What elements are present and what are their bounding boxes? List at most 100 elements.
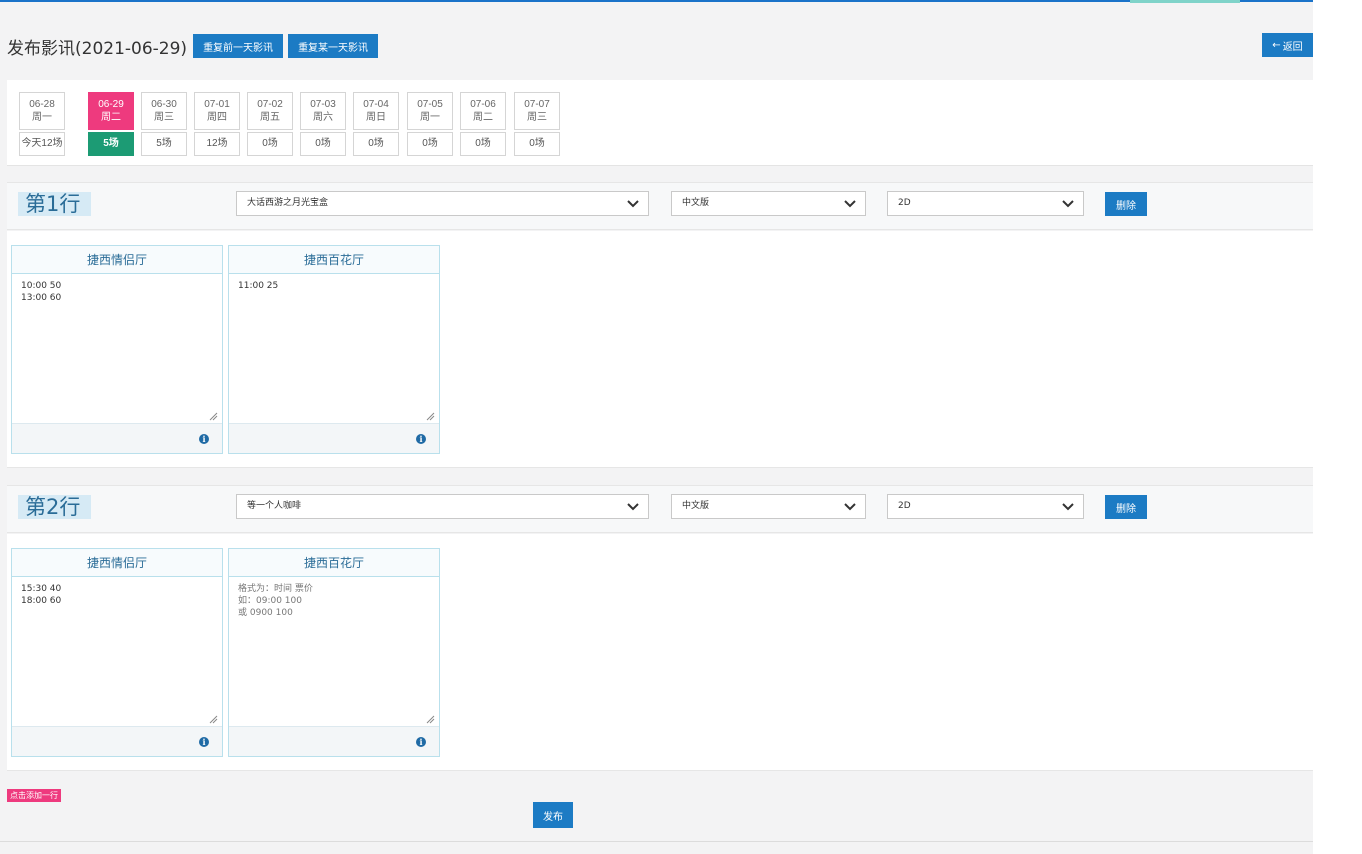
date-label: 07-01 周四: [194, 92, 240, 130]
arrow-left-icon: ←: [1272, 39, 1281, 51]
date-item-active[interactable]: 06-29 周二 5场: [88, 92, 134, 156]
date-item[interactable]: 07-07 周三 0场: [514, 92, 560, 156]
weekday-text: 周二: [473, 112, 493, 123]
chevron-down-icon: [1062, 200, 1074, 208]
hall-footer: i: [229, 726, 439, 756]
date-item[interactable]: 07-03 周六 0场: [300, 92, 346, 156]
weekday-text: 周二: [101, 112, 121, 123]
weekday-text: 周一: [32, 112, 52, 123]
date-item[interactable]: 07-01 周四 12场: [194, 92, 240, 156]
language-select[interactable]: 中文版: [671, 191, 866, 216]
hall-name: 捷西百花厅: [229, 246, 439, 274]
date-item[interactable]: 07-02 周五 0场: [247, 92, 293, 156]
format-select[interactable]: 2D: [887, 494, 1084, 519]
resize-grip-icon[interactable]: [209, 715, 218, 724]
weekday-text: 周五: [260, 112, 280, 123]
session-count: 5场: [88, 132, 134, 156]
date-label: 06-28 周一: [19, 92, 65, 130]
date-label: 07-05 周一: [407, 92, 453, 130]
repeat-some-day-button[interactable]: 重复某一天影讯: [288, 34, 379, 58]
movie-select-value: 大话西游之月光宝盒: [247, 198, 329, 208]
chevron-down-icon: [844, 503, 856, 511]
hall-card: 捷西百花厅 11:00 25 i: [228, 245, 440, 454]
weekday-text: 周一: [420, 112, 440, 123]
date-text: 07-05: [417, 99, 443, 110]
info-icon[interactable]: i: [199, 434, 209, 444]
session-count: 5场: [141, 132, 187, 156]
date-text: 07-01: [204, 99, 230, 110]
back-label: 返回: [1282, 41, 1303, 53]
language-select-value: 中文版: [682, 198, 710, 208]
hall-card: 捷西百花厅 格式为：时间 票价 如：09:00 100 或 0900 100 i: [228, 548, 440, 757]
page: 发布影讯(2021-06-29) 重复前一天影讯 重复某一天影讯 ← 返回 06…: [0, 0, 1313, 854]
session-count: 0场: [353, 132, 399, 156]
add-row-button[interactable]: 点击添加一行: [7, 789, 61, 802]
row-body: 捷西情侣厅 15:30 40 18:00 60 i 捷西百花厅 格式为：时间 票…: [7, 534, 1313, 771]
date-text: 06-30: [151, 99, 177, 110]
hall-name: 捷西情侣厅: [12, 549, 222, 577]
delete-row-button[interactable]: 删除: [1105, 495, 1147, 519]
date-text: 07-03: [310, 99, 336, 110]
date-label: 07-04 周日: [353, 92, 399, 130]
date-item[interactable]: 06-28 周一 今天12场: [19, 92, 65, 156]
session-count: 0场: [247, 132, 293, 156]
date-text: 07-04: [363, 99, 389, 110]
weekday-text: 周日: [366, 112, 386, 123]
showtimes-textarea[interactable]: 10:00 50 13:00 60: [12, 274, 222, 423]
row-label: 第2行: [18, 495, 91, 519]
session-count: 12场: [194, 132, 240, 156]
session-count: 今天12场: [19, 132, 65, 156]
hall-footer: i: [229, 423, 439, 453]
date-item[interactable]: 06-30 周三 5场: [141, 92, 187, 156]
header: 发布影讯(2021-06-29) 重复前一天影讯 重复某一天影讯: [7, 33, 383, 59]
chevron-down-icon: [627, 503, 639, 511]
weekday-text: 周三: [527, 112, 547, 123]
info-icon[interactable]: i: [416, 737, 426, 747]
date-label: 06-30 周三: [141, 92, 187, 130]
date-label: 07-06 周二: [460, 92, 506, 130]
date-label: 07-07 周三: [514, 92, 560, 130]
repeat-previous-day-button[interactable]: 重复前一天影讯: [193, 34, 284, 58]
chevron-down-icon: [844, 200, 856, 208]
date-text: 06-28: [29, 99, 55, 110]
resize-grip-icon[interactable]: [426, 715, 435, 724]
hall-footer: i: [12, 423, 222, 453]
language-select[interactable]: 中文版: [671, 494, 866, 519]
chevron-down-icon: [1062, 503, 1074, 511]
top-accent: [1130, 0, 1240, 3]
info-icon[interactable]: i: [199, 737, 209, 747]
date-text: 07-06: [470, 99, 496, 110]
weekday-text: 周四: [207, 112, 227, 123]
top-border: [0, 0, 1313, 2]
format-select-value: 2D: [898, 501, 911, 511]
session-count: 0场: [407, 132, 453, 156]
weekday-text: 周三: [154, 112, 174, 123]
showtimes-textarea[interactable]: 11:00 25: [229, 274, 439, 423]
movie-select[interactable]: 大话西游之月光宝盒: [236, 191, 649, 216]
session-count: 0场: [460, 132, 506, 156]
hall-card: 捷西情侣厅 10:00 50 13:00 60 i: [11, 245, 223, 454]
weekday-text: 周六: [313, 112, 333, 123]
date-item[interactable]: 07-04 周日 0场: [353, 92, 399, 156]
delete-row-button[interactable]: 删除: [1105, 192, 1147, 216]
format-select[interactable]: 2D: [887, 191, 1084, 216]
date-item[interactable]: 07-05 周一 0场: [407, 92, 453, 156]
showtimes-textarea[interactable]: 15:30 40 18:00 60: [12, 577, 222, 726]
resize-grip-icon[interactable]: [426, 412, 435, 421]
date-label: 07-03 周六: [300, 92, 346, 130]
hall-name: 捷西百花厅: [229, 549, 439, 577]
publish-button[interactable]: 发布: [533, 802, 573, 828]
date-label: 06-29 周二: [88, 92, 134, 130]
date-item[interactable]: 07-06 周二 0场: [460, 92, 506, 156]
movie-select-value: 等一个人咖啡: [247, 501, 302, 511]
movie-select[interactable]: 等一个人咖啡: [236, 494, 649, 519]
bottom-divider: [0, 841, 1313, 842]
back-button[interactable]: ← 返回: [1262, 33, 1313, 57]
showtimes-textarea-placeholder[interactable]: 格式为：时间 票价 如：09:00 100 或 0900 100: [229, 577, 439, 726]
page-title: 发布影讯(2021-06-29): [7, 38, 188, 59]
language-select-value: 中文版: [682, 501, 710, 511]
format-select-value: 2D: [898, 198, 911, 208]
resize-grip-icon[interactable]: [209, 412, 218, 421]
date-selector: 06-28 周一 今天12场 06-29 周二 5场 06-30 周三 5场 0…: [7, 80, 1313, 166]
info-icon[interactable]: i: [416, 434, 426, 444]
